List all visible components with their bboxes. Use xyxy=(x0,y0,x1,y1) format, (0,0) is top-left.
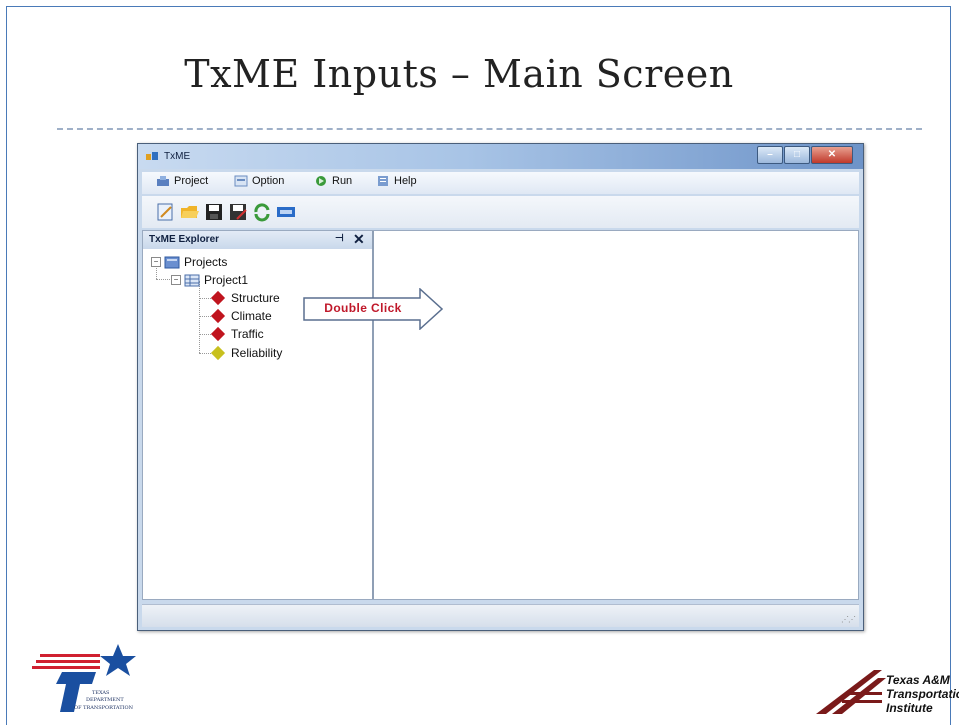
open-folder-icon[interactable] xyxy=(180,202,200,222)
projects-folder-icon xyxy=(164,256,180,268)
save-icon[interactable] xyxy=(204,202,224,222)
tree-node-structure[interactable]: Structure xyxy=(210,290,280,306)
tti-text-1: Texas A&M xyxy=(886,673,951,687)
minimize-button[interactable]: – xyxy=(757,146,783,164)
txdot-text-1: TEXAS xyxy=(92,690,110,696)
status-diamond-icon xyxy=(210,308,226,324)
main-content: TxME Explorer ⊣ ✕ − Projects − Project1 … xyxy=(142,230,859,600)
slide-title: TxME Inputs – Main Screen xyxy=(184,52,734,96)
status-bar: ⋰⋰ xyxy=(142,604,859,627)
tree-node-climate[interactable]: Climate xyxy=(210,308,272,324)
maximize-button[interactable]: □ xyxy=(784,146,810,164)
app-icon xyxy=(146,152,158,160)
exit-icon[interactable] xyxy=(276,202,296,222)
title-divider xyxy=(57,128,922,130)
tti-text-3: Institute xyxy=(886,701,933,715)
txdot-logo: TEXAS DEPARTMENT OF TRANSPORTATION xyxy=(32,644,136,712)
window-controls: – □ ✕ xyxy=(756,146,853,164)
project-icon xyxy=(157,176,169,186)
collapse-icon[interactable]: − xyxy=(151,257,161,267)
tti-logo: Texas A&M Transportation Institute xyxy=(816,670,959,715)
minimize-icon: – xyxy=(767,149,773,160)
status-diamond-icon xyxy=(210,345,226,361)
menu-option-label: Option xyxy=(252,175,285,187)
maximize-icon: □ xyxy=(793,149,801,160)
explorer-title: TxME Explorer xyxy=(149,234,220,245)
tree-node-label: Traffic xyxy=(231,327,264,341)
tree-node-reliability[interactable]: Reliability xyxy=(210,345,283,361)
help-icon xyxy=(378,176,388,186)
tree-node-traffic[interactable]: Traffic xyxy=(210,326,264,342)
close-icon: ✕ xyxy=(827,149,837,160)
tree-node-project1[interactable]: − Project1 xyxy=(171,273,248,287)
option-icon xyxy=(234,175,248,187)
close-button[interactable]: ✕ xyxy=(811,146,853,164)
tree-line xyxy=(199,281,200,353)
close-panel-icon[interactable]: ✕ xyxy=(353,231,365,248)
window-titlebar[interactable]: TxME – □ ✕ xyxy=(138,144,863,169)
toolbar xyxy=(142,196,859,228)
tree-node-label: Climate xyxy=(231,309,272,323)
project-grid-icon xyxy=(184,274,200,286)
status-diamond-icon xyxy=(210,290,226,306)
txme-window: TxME – □ ✕ Project Option Run Help TxME … xyxy=(137,143,864,631)
callout-text: Double Click xyxy=(324,301,402,315)
menu-project[interactable]: Project xyxy=(156,175,208,187)
window-title: TxME xyxy=(164,151,191,162)
menu-option[interactable]: Option xyxy=(234,175,284,187)
tree-line xyxy=(199,334,211,335)
menu-help[interactable]: Help xyxy=(376,175,417,187)
txdot-text-2: DEPARTMENT xyxy=(86,697,124,703)
refresh-icon[interactable] xyxy=(252,202,272,222)
tree-line xyxy=(199,353,211,354)
menu-help-label: Help xyxy=(394,175,417,187)
explorer-panel: TxME Explorer ⊣ ✕ − Projects − Project1 … xyxy=(143,231,374,599)
tti-text-2: Transportation xyxy=(886,687,959,701)
tree-node-label: Projects xyxy=(184,255,228,269)
explorer-header: TxME Explorer ⊣ ✕ xyxy=(143,231,372,249)
menu-run[interactable]: Run xyxy=(314,175,352,187)
status-diamond-icon xyxy=(210,326,226,342)
pin-icon[interactable]: ⊣ xyxy=(335,233,344,244)
run-icon xyxy=(316,176,326,186)
tree-node-label: Project1 xyxy=(204,273,249,287)
resize-grip-icon[interactable]: ⋰⋰ xyxy=(841,615,856,624)
tree-line xyxy=(156,279,172,280)
tree-node-label: Reliability xyxy=(231,346,283,360)
tree-node-projects[interactable]: − Projects xyxy=(151,255,227,269)
tree-node-label: Structure xyxy=(231,291,280,305)
menu-run-label: Run xyxy=(332,175,353,187)
menu-project-label: Project xyxy=(174,175,209,187)
tree-line xyxy=(199,316,211,317)
new-project-icon[interactable] xyxy=(156,202,176,222)
txdot-text-3: OF TRANSPORTATION xyxy=(74,705,134,711)
tree-line xyxy=(199,298,211,299)
collapse-icon[interactable]: − xyxy=(171,275,181,285)
save-as-icon[interactable] xyxy=(228,202,248,222)
menu-bar: Project Option Run Help xyxy=(142,172,859,194)
